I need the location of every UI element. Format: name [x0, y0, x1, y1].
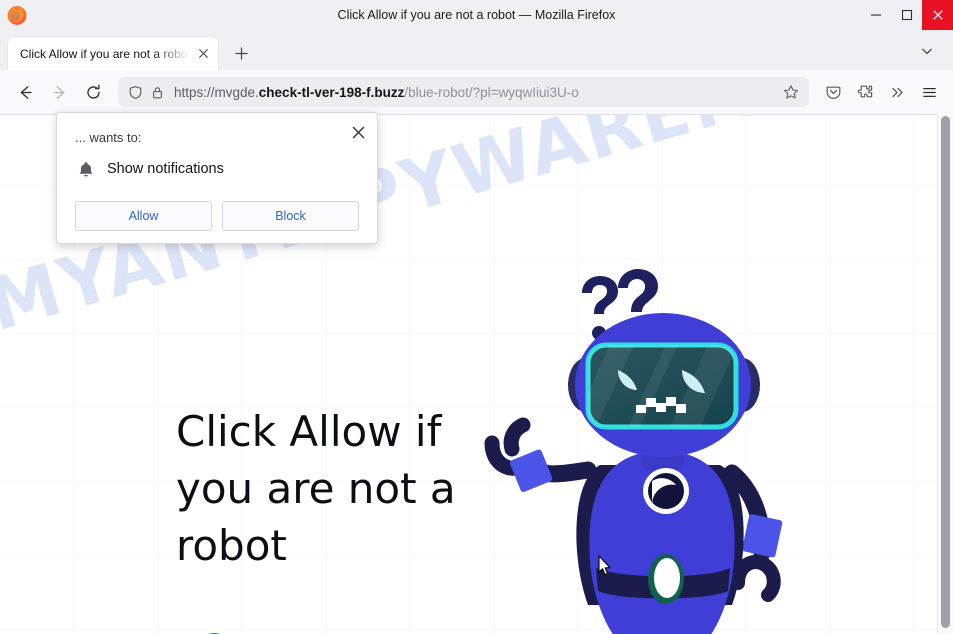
- popup-close-icon[interactable]: [345, 119, 371, 145]
- overflow-chevrons-icon[interactable]: [881, 76, 913, 108]
- notification-permission-popup: ... wants to: Show notifications Allow B…: [56, 112, 378, 244]
- vertical-scrollbar[interactable]: [937, 114, 953, 634]
- popup-buttons: Allow Block: [75, 201, 359, 231]
- close-window-button[interactable]: [922, 0, 953, 30]
- title-bar: Click Allow if you are not a robot — Moz…: [0, 0, 953, 30]
- tab-label: Click Allow if you are not a robot: [20, 46, 190, 61]
- reload-button[interactable]: [76, 76, 110, 108]
- extensions-puzzle-icon[interactable]: [849, 76, 881, 108]
- page-headline: Click Allow if you are not a robot: [176, 407, 456, 570]
- robot-right-cuff: [742, 514, 783, 558]
- bell-icon: [75, 158, 97, 180]
- robot-face-screen: [585, 342, 739, 430]
- navigation-toolbar: https://mvgde.check-tl-ver-198-f.buzz/bl…: [0, 70, 953, 115]
- window-title: Click Allow if you are not a robot — Moz…: [337, 8, 616, 22]
- app-menu-hamburger-icon[interactable]: [913, 76, 945, 108]
- maximize-button[interactable]: [891, 0, 922, 30]
- popup-permission-label: Show notifications: [107, 161, 224, 177]
- block-button[interactable]: Block: [222, 201, 359, 231]
- popup-permission-row: Show notifications: [75, 158, 224, 180]
- list-all-tabs-button[interactable]: [913, 37, 941, 65]
- toolbar-icons: [817, 76, 945, 108]
- popup-host-text: ... wants to:: [75, 130, 142, 145]
- robot-chest-light: [643, 468, 689, 514]
- forward-button[interactable]: [42, 76, 76, 108]
- url-path: /blue-robot/?pl=wyqwIiui3U-o: [404, 84, 579, 100]
- allow-button[interactable]: Allow: [75, 201, 212, 231]
- mouse-cursor: [598, 555, 612, 576]
- e-captcha-logo-icon: [184, 627, 244, 634]
- url-bar[interactable]: https://mvgde.check-tl-ver-198-f.buzz/bl…: [118, 77, 809, 107]
- back-button[interactable]: [8, 76, 42, 108]
- url-domain: check-tl-ver-198-f.buzz: [258, 84, 405, 100]
- scrollbar-thumb[interactable]: [941, 116, 950, 628]
- firefox-window: Click Allow if you are not a robot — Moz…: [0, 0, 953, 634]
- robot-belt-buckle-inner: [654, 558, 680, 598]
- url-text[interactable]: https://mvgde.check-tl-ver-198-f.buzz/bl…: [174, 85, 779, 100]
- tab-close-icon[interactable]: [195, 45, 212, 62]
- minimize-button[interactable]: [860, 0, 891, 30]
- e-captcha-badge: E-CAPTCHA: [178, 627, 250, 634]
- pocket-icon[interactable]: [817, 76, 849, 108]
- window-controls: [860, 0, 953, 30]
- new-tab-button[interactable]: [226, 38, 256, 68]
- star-icon[interactable]: [779, 80, 803, 104]
- url-scheme: https://mvgde.: [174, 84, 259, 100]
- robot-illustration: [470, 265, 810, 634]
- tab-strip: Click Allow if you are not a robot: [0, 30, 953, 70]
- shield-icon[interactable]: [124, 81, 146, 103]
- lock-icon[interactable]: [146, 81, 168, 103]
- tab-active[interactable]: Click Allow if you are not a robot: [8, 37, 218, 70]
